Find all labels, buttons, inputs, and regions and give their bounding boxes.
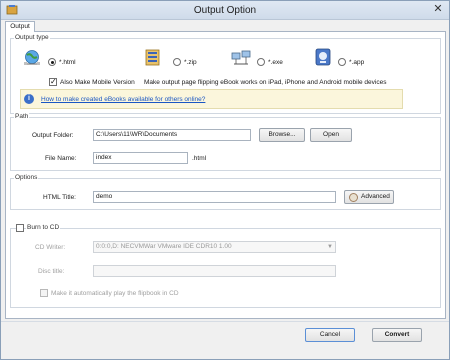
mac-app-icon — [315, 48, 331, 66]
output-folder-input[interactable]: C:\Users\11\WR\Documents — [93, 129, 251, 141]
radio-exe[interactable] — [257, 58, 265, 66]
cd-writer-label: CD Writer: — [35, 244, 66, 251]
radio-app-label: *.app — [349, 59, 365, 66]
radio-app[interactable] — [338, 58, 346, 66]
group-label-options: Options — [14, 174, 39, 181]
disc-title-label: Disc title: — [38, 268, 65, 275]
info-icon: i — [24, 94, 34, 104]
globe-network-icon — [24, 50, 40, 65]
path-group: Path Output Folder: C:\Users\11\WR\Docum… — [10, 113, 441, 171]
advanced-button-label: Advanced — [361, 193, 390, 200]
disc-title-input[interactable] — [93, 265, 336, 277]
burn-to-cd-checkbox[interactable] — [16, 224, 24, 232]
mobile-version-label: Also Make Mobile Version — [60, 79, 135, 86]
group-label-output-type: Output type — [14, 34, 50, 41]
info-bar: i How to make created eBooks available f… — [20, 89, 403, 109]
ebook-online-help-link[interactable]: How to make created eBooks available for… — [41, 96, 205, 103]
radio-zip[interactable] — [173, 58, 181, 66]
output-folder-label: Output Folder: — [32, 132, 74, 139]
advanced-button[interactable]: Advanced — [344, 190, 394, 204]
browse-button[interactable]: Browse... — [259, 128, 305, 142]
cd-writer-select[interactable]: 0:0:0,D: NECVMWar VMware IDE CDR10 1.00 … — [93, 241, 336, 253]
computer-network-icon — [231, 50, 251, 65]
file-extension: .html — [192, 155, 207, 162]
cancel-button[interactable]: Cancel — [305, 328, 355, 342]
html-title-input[interactable]: demo — [93, 191, 336, 203]
radio-html-label: *.html — [59, 59, 76, 66]
open-button[interactable]: Open — [310, 128, 352, 142]
output-panel: Output type *.html *.zip *.exe *.app ✓ A… — [5, 31, 446, 319]
options-group: Options HTML Title: demo Advanced — [10, 174, 441, 210]
advanced-settings-icon — [349, 193, 358, 202]
title-bar: Output Option ✕ — [1, 1, 449, 20]
mobile-version-checkbox[interactable] — [49, 77, 57, 86]
autoplay-label: Make it automatically play the flipbook … — [51, 290, 179, 297]
output-option-dialog: Output Option ✕ Output Output type *.htm… — [0, 0, 450, 360]
radio-zip-label: *.zip — [184, 59, 197, 66]
footer-divider — [1, 321, 449, 322]
output-type-group: Output type *.html *.zip *.exe *.app ✓ A… — [10, 34, 441, 114]
radio-html[interactable] — [48, 58, 56, 66]
convert-button[interactable]: Convert — [372, 328, 422, 342]
tab-output[interactable]: Output — [5, 21, 35, 32]
radio-exe-label: *.exe — [268, 59, 283, 66]
window-title: Output Option — [193, 5, 257, 16]
file-name-label: File Name: — [45, 155, 77, 162]
file-name-input[interactable]: index — [93, 152, 188, 164]
zip-archive-icon — [145, 49, 160, 66]
cd-writer-value: 0:0:0,D: NECVMWar VMware IDE CDR10 1.00 — [96, 243, 232, 250]
autoplay-checkbox[interactable] — [40, 289, 48, 297]
burn-cd-group: Burn to CD CD Writer: 0:0:0,D: NECVMWar … — [10, 224, 441, 308]
close-icon[interactable]: ✕ — [431, 3, 445, 16]
mobile-version-description: Make output page flipping eBook works on… — [144, 79, 387, 86]
html-title-label: HTML Title: — [43, 194, 76, 201]
burn-to-cd-label: Burn to CD — [26, 224, 61, 231]
group-label-path: Path — [14, 113, 30, 120]
chevron-down-icon: ▼ — [327, 244, 333, 250]
